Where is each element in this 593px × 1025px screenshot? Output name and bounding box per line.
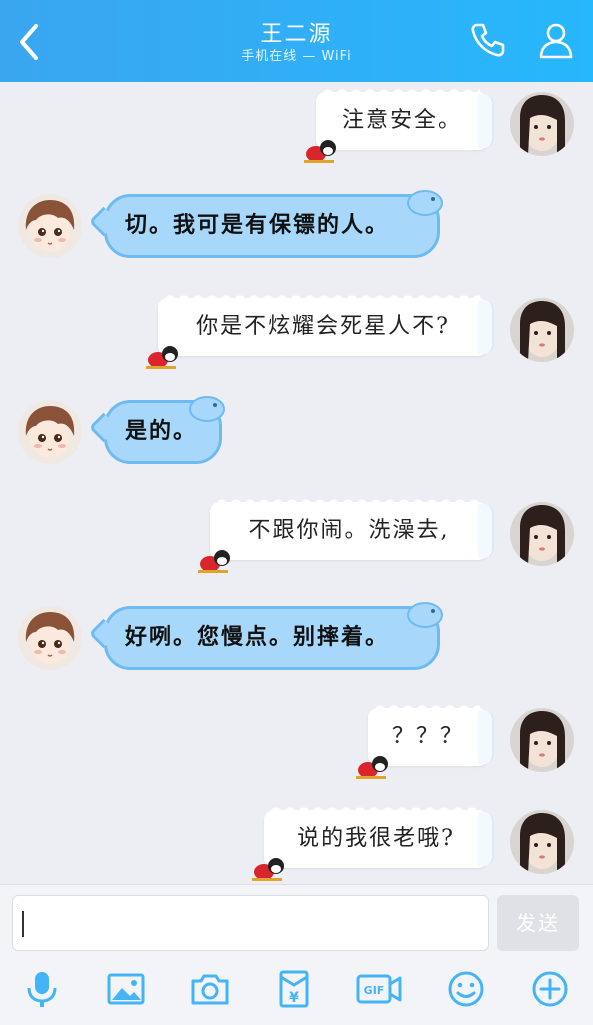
avatar-contact[interactable] bbox=[18, 194, 82, 258]
avatar-self[interactable] bbox=[510, 92, 574, 156]
chat-header: 王二源 手机在线 — WiFi bbox=[0, 0, 593, 82]
microphone-icon[interactable] bbox=[22, 969, 62, 1009]
message-text: 好咧。您慢点。别摔着。 bbox=[125, 625, 390, 650]
composer-bar: 发送 ¥ GIF bbox=[0, 884, 593, 1025]
penguin-sticker-icon bbox=[198, 550, 230, 573]
message-text: 说的我很老哦? bbox=[297, 826, 455, 851]
emoji-icon[interactable] bbox=[446, 969, 486, 1009]
avatar-contact[interactable] bbox=[18, 606, 82, 670]
camera-icon[interactable] bbox=[190, 969, 230, 1009]
message-text: 切。我可是有保镖的人。 bbox=[125, 213, 390, 238]
avatar-self[interactable] bbox=[510, 298, 574, 362]
outgoing-message-bubble[interactable]: 说的我很老哦? bbox=[264, 805, 494, 868]
incoming-message-bubble[interactable]: 切。我可是有保镖的人。 bbox=[88, 190, 443, 258]
avatar-contact[interactable] bbox=[18, 400, 82, 464]
avatar-self[interactable] bbox=[510, 502, 574, 566]
outgoing-message-bubble[interactable]: 注意安全。 bbox=[316, 87, 494, 150]
red-packet-icon[interactable]: ¥ bbox=[274, 969, 314, 1009]
phone-icon[interactable] bbox=[468, 20, 508, 60]
gif-icon[interactable]: GIF bbox=[356, 969, 404, 1009]
outgoing-message-bubble[interactable]: 你是不炫耀会死星人不? bbox=[158, 293, 494, 356]
incoming-message-bubble[interactable]: 是的。 bbox=[88, 396, 225, 464]
avatar-self[interactable] bbox=[510, 810, 574, 874]
text-caret bbox=[22, 911, 24, 937]
avatar-self[interactable] bbox=[510, 708, 574, 772]
message-input[interactable] bbox=[12, 895, 489, 951]
penguin-sticker-icon bbox=[252, 858, 284, 881]
message-text: 不跟你闹。洗澡去, bbox=[248, 518, 450, 543]
svg-text:¥: ¥ bbox=[289, 990, 299, 1006]
penguin-sticker-icon bbox=[356, 756, 388, 779]
image-icon[interactable] bbox=[106, 969, 146, 1009]
outgoing-message-bubble[interactable]: 不跟你闹。洗澡去, bbox=[210, 497, 494, 560]
penguin-sticker-icon bbox=[146, 346, 178, 369]
message-text: 你是不炫耀会死星人不? bbox=[196, 314, 450, 339]
message-text: 注意安全。 bbox=[341, 108, 462, 133]
message-text: 是的。 bbox=[125, 419, 198, 444]
send-button[interactable]: 发送 bbox=[497, 895, 579, 951]
incoming-message-bubble[interactable]: 好咧。您慢点。别摔着。 bbox=[88, 602, 443, 670]
penguin-sticker-icon bbox=[304, 140, 336, 163]
plus-icon[interactable] bbox=[530, 969, 570, 1009]
gif-label: GIF bbox=[364, 984, 385, 997]
profile-icon[interactable] bbox=[536, 20, 576, 60]
